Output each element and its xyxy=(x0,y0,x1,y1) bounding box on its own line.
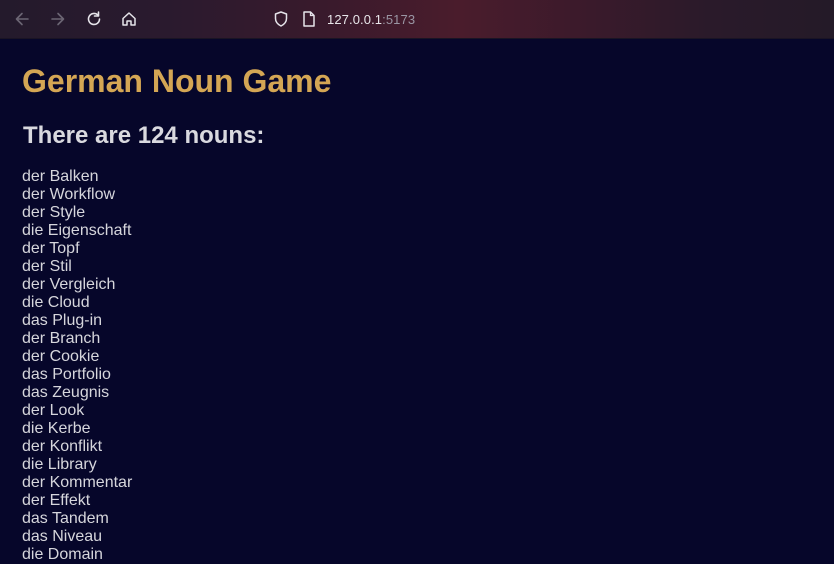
noun-item: das Zeugnis xyxy=(22,384,132,402)
noun-list: der Balkender Workflowder Styledie Eigen… xyxy=(22,168,132,564)
noun-item: der Workflow xyxy=(22,186,132,204)
url-port: :5173 xyxy=(382,12,415,27)
noun-item: die Eigenschaft xyxy=(22,222,132,240)
shield-icon[interactable] xyxy=(271,9,291,29)
noun-item: der Topf xyxy=(22,240,132,258)
noun-item: der Effekt xyxy=(22,492,132,510)
noun-item: der Branch xyxy=(22,330,132,348)
noun-item: der Balken xyxy=(22,168,132,186)
noun-item: der Cookie xyxy=(22,348,132,366)
back-arrow-icon[interactable] xyxy=(12,9,32,29)
reload-icon[interactable] xyxy=(84,9,104,29)
noun-item: die Kerbe xyxy=(22,420,132,438)
noun-item: das Tandem xyxy=(22,510,132,528)
forward-arrow-icon[interactable] xyxy=(48,9,68,29)
noun-item: das Plug-in xyxy=(22,312,132,330)
noun-item: der Look xyxy=(22,402,132,420)
noun-item: der Kommentar xyxy=(22,474,132,492)
page-title: German Noun Game xyxy=(22,63,331,100)
noun-count-heading: There are 124 nouns: xyxy=(23,122,264,150)
url-host: 127.0.0.1 xyxy=(327,12,382,27)
url-text[interactable]: 127.0.0.1:5173 xyxy=(327,12,415,27)
noun-item: die Library xyxy=(22,456,132,474)
url-bar[interactable]: 127.0.0.1:5173 xyxy=(265,6,785,33)
noun-item: der Konflikt xyxy=(22,438,132,456)
home-icon[interactable] xyxy=(119,9,139,29)
noun-item: die Cloud xyxy=(22,294,132,312)
noun-item: das Niveau xyxy=(22,528,132,546)
noun-item: das Portfolio xyxy=(22,366,132,384)
browser-toolbar: 127.0.0.1:5173 xyxy=(0,0,834,39)
noun-item: der Vergleich xyxy=(22,276,132,294)
page-content: German Noun Game There are 124 nouns: de… xyxy=(22,39,834,558)
noun-item: der Style xyxy=(22,204,132,222)
noun-item: der Stil xyxy=(22,258,132,276)
page-icon xyxy=(299,9,319,29)
noun-item: die Domain xyxy=(22,546,132,564)
